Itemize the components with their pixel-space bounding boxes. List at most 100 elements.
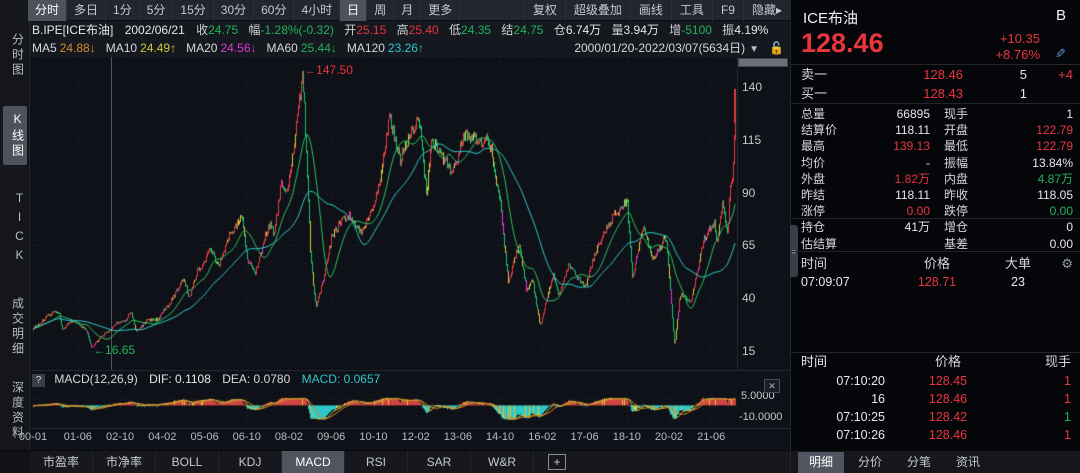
tab-sar[interactable]: SAR <box>408 451 471 473</box>
tool-tools[interactable]: 工具 <box>671 0 712 21</box>
period-tab-60min[interactable]: 60分 <box>254 0 294 21</box>
quote-row: 涨停0.00跌停0.00 <box>791 203 1080 219</box>
help-icon[interactable]: ? <box>32 374 45 387</box>
ask-price: 128.46 <box>843 65 963 84</box>
quote-info-bar: B.IPE[ICE布油] 2002/06/21 收24.75 幅-1.28%(-… <box>30 21 790 39</box>
period-tab-day[interactable]: 日 <box>340 0 367 21</box>
quote-row: 持仓41万增仓0 <box>791 219 1080 235</box>
tab-macd[interactable]: MACD <box>282 451 345 473</box>
tab-pe[interactable]: 市盈率 <box>30 451 93 473</box>
macd-value: MACD: 0.0657 <box>302 372 381 386</box>
panel-tab-zixun[interactable]: 资讯 <box>945 452 991 473</box>
chevron-down-icon: ▼ <box>749 44 759 55</box>
tick-row: 07:10:20128.451 <box>791 372 1080 390</box>
period-tab-fenshi[interactable]: 分时 <box>28 0 67 21</box>
ask-row: 卖一 128.46 5 +4 <box>791 65 1080 84</box>
quote-row: 均价-振幅13.84% <box>791 155 1080 171</box>
ma-indicator-bar: MA524.88↓ MA1024.49↑ MA2024.56↓ MA6025.4… <box>30 39 790 57</box>
price-change-pct: +8.76% <box>996 47 1040 62</box>
period-tab-duori[interactable]: 多日 <box>67 0 106 21</box>
tick-table-header: 时间 价格 现手 <box>791 353 1080 372</box>
panel-tabbar: 明细 分价 分笔 资讯 <box>791 450 1080 473</box>
quote-row: 最高139.13最低122.79 <box>791 138 1080 154</box>
tool-hide[interactable]: 隐藏▸ <box>743 0 790 21</box>
period-tab-5min[interactable]: 5分 <box>140 0 174 21</box>
quote-row: 总量66895现手1 <box>791 106 1080 122</box>
vol-value: 3.94万 <box>624 23 659 37</box>
market-flag: B <box>1056 7 1066 24</box>
ma20-value: 24.56↓ <box>220 41 256 55</box>
tool-overlay[interactable]: 超级叠加 <box>565 0 630 21</box>
bid-volume: 1 <box>963 84 1027 103</box>
unlock-icon[interactable]: 🔓 <box>769 39 784 57</box>
tick-row: 07:10:25128.421 <box>791 408 1080 426</box>
low-value: 24.35 <box>461 23 491 37</box>
last-price: 128.46 <box>801 28 884 59</box>
bigorder-header: 时间 价格 大单 ⚙ <box>791 255 1080 272</box>
close-value: 24.75 <box>208 23 238 37</box>
chart-scrollbar-thumb[interactable] <box>738 58 788 67</box>
period-tab-month[interactable]: 月 <box>394 0 421 21</box>
period-tab-4hour[interactable]: 4小时 <box>294 0 340 21</box>
instrument-name: ICE布油 <box>803 7 858 28</box>
period-tab-more[interactable]: 更多 <box>421 0 460 21</box>
period-tab-30min[interactable]: 30分 <box>214 0 254 21</box>
sidebar-item-kline[interactable]: K线图 <box>3 106 27 165</box>
tick-row: 07:10:26128.461 <box>791 426 1080 444</box>
toolbar-corner <box>0 0 28 21</box>
macd-chart-canvas[interactable] <box>30 387 737 428</box>
high-annotation: ←147.50 <box>305 63 353 77</box>
pct-value: -1.28%(-0.32) <box>261 23 334 37</box>
quote-row: 外盘1.82万内盘4.87万 <box>791 171 1080 187</box>
edit-icon[interactable]: ✎ <box>1055 46 1066 62</box>
kline-chart-canvas[interactable] <box>30 57 737 370</box>
bid-price: 128.43 <box>843 84 963 103</box>
tool-f9[interactable]: F9 <box>712 0 743 21</box>
panel-tab-fenbi[interactable]: 分笔 <box>896 452 942 473</box>
ma5-value: 24.88↓ <box>60 41 96 55</box>
period-tab-15min[interactable]: 15分 <box>173 0 213 21</box>
ma120-value: 23.26↑ <box>388 41 424 55</box>
close-icon[interactable]: ✕ <box>764 379 780 393</box>
field-label: 收 <box>196 23 208 37</box>
crosshair-date: 2002/06/21 <box>125 23 185 37</box>
indicator-tabbar: 市盈率 市净率 BOLL KDJ MACD RSI SAR W&R + <box>0 450 790 473</box>
tab-boll[interactable]: BOLL <box>156 451 219 473</box>
date-range-selector[interactable]: 2000/01/20-2022/03/07(5634日)▼ <box>574 39 763 57</box>
tab-wr[interactable]: W&R <box>471 451 534 473</box>
period-tab-1min[interactable]: 1分 <box>106 0 140 21</box>
ask-bid-block: 卖一 128.46 5 +4 买一 128.43 1 <box>791 64 1080 104</box>
quote-row: 昨结118.11昨收118.05 <box>791 187 1080 203</box>
tab-kdj[interactable]: KDJ <box>219 451 282 473</box>
y-tick: 140 <box>742 80 762 94</box>
add-indicator-icon[interactable]: + <box>548 454 566 470</box>
quote-row: 估结算基差0.00 <box>791 236 1080 252</box>
tool-drawline[interactable]: 画线 <box>630 0 671 21</box>
quote-row: 结算价118.11开盘122.79 <box>791 122 1080 138</box>
tick-row: 16128.461 <box>791 390 1080 408</box>
price-axis: 140 115 90 65 40 15 <box>737 57 790 370</box>
quote-detail-grid: 总量66895现手1 结算价118.11开盘122.79 最高139.13最低1… <box>791 106 1080 252</box>
period-tab-week[interactable]: 周 <box>367 0 394 21</box>
sidebar-item-tick[interactable]: TICK <box>3 185 27 273</box>
tab-pb[interactable]: 市净率 <box>93 451 156 473</box>
panel-tab-mingxi[interactable]: 明细 <box>798 452 844 473</box>
y-tick: 90 <box>742 186 755 200</box>
quote-panel: ICE布油 B 128.46 +10.35 +8.76% ✎ » 卖一 128.… <box>790 0 1080 473</box>
sidebar-item-trade-detail[interactable]: 成交明细 <box>3 291 27 363</box>
gear-icon[interactable]: ⚙ <box>1053 255 1073 272</box>
open-value: 25.15 <box>356 23 386 37</box>
y-tick: 115 <box>742 133 761 147</box>
tick-table: 时间 价格 现手 07:10:20128.451 16128.461 07:10… <box>791 352 1080 444</box>
time-axis: 00-01 01-06 02-10 04-02 05-06 06-10 08-0… <box>30 429 737 448</box>
bigorder-row: 07:09:07 128.71 23 <box>791 274 1080 290</box>
settle-value: 24.75 <box>513 23 543 37</box>
tool-fuquan[interactable]: 复权 <box>524 0 565 21</box>
panel-tab-fenjia[interactable]: 分价 <box>847 452 893 473</box>
ask-extra: +4 <box>1027 65 1073 84</box>
sidebar-item-fenshitu[interactable]: 分时图 <box>3 27 27 84</box>
macd-header: ? MACD(12,26,9) DIF: 0.1108 DEA: 0.0780 … <box>30 371 737 387</box>
macd-dif: DIF: 0.1108 <box>149 372 211 386</box>
amp-value: 4.19% <box>734 23 768 37</box>
tab-rsi[interactable]: RSI <box>345 451 408 473</box>
